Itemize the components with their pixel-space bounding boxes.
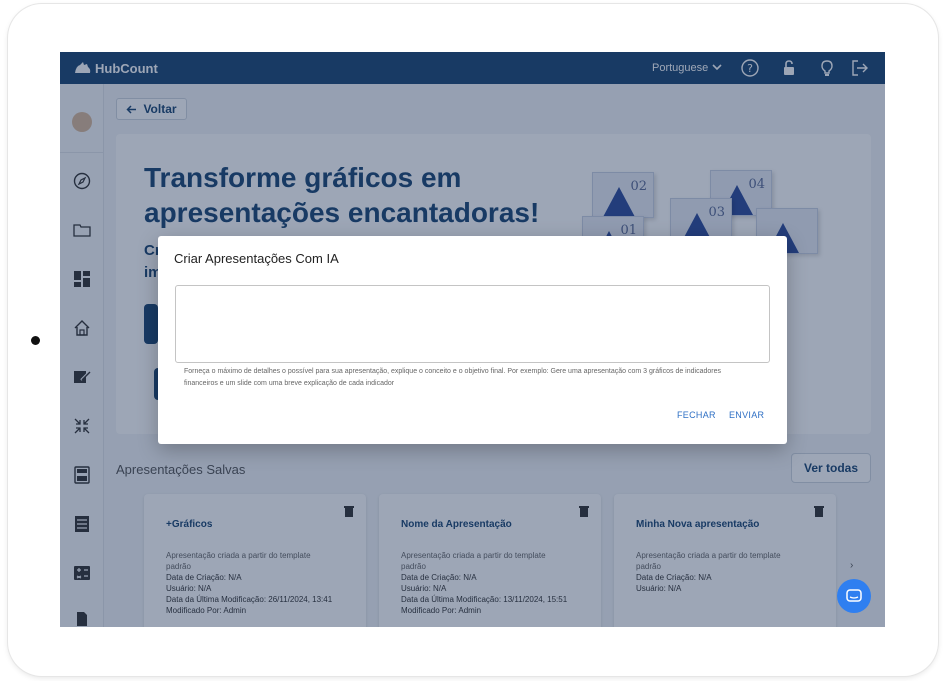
chat-icon <box>846 588 862 602</box>
chat-button[interactable] <box>837 579 871 613</box>
prompt-helper-text: Forneça o máximo de detalhes o possível … <box>184 368 721 387</box>
presentation-prompt-textarea[interactable] <box>175 285 770 363</box>
tablet-camera <box>31 336 40 345</box>
dialog-title: Criar Apresentações Com IA <box>174 251 339 266</box>
close-button[interactable]: FECHAR <box>677 410 716 420</box>
create-ai-presentation-dialog: Criar Apresentações Com IA Forneça o máx… <box>158 236 787 444</box>
send-button[interactable]: ENVIAR <box>729 410 764 420</box>
